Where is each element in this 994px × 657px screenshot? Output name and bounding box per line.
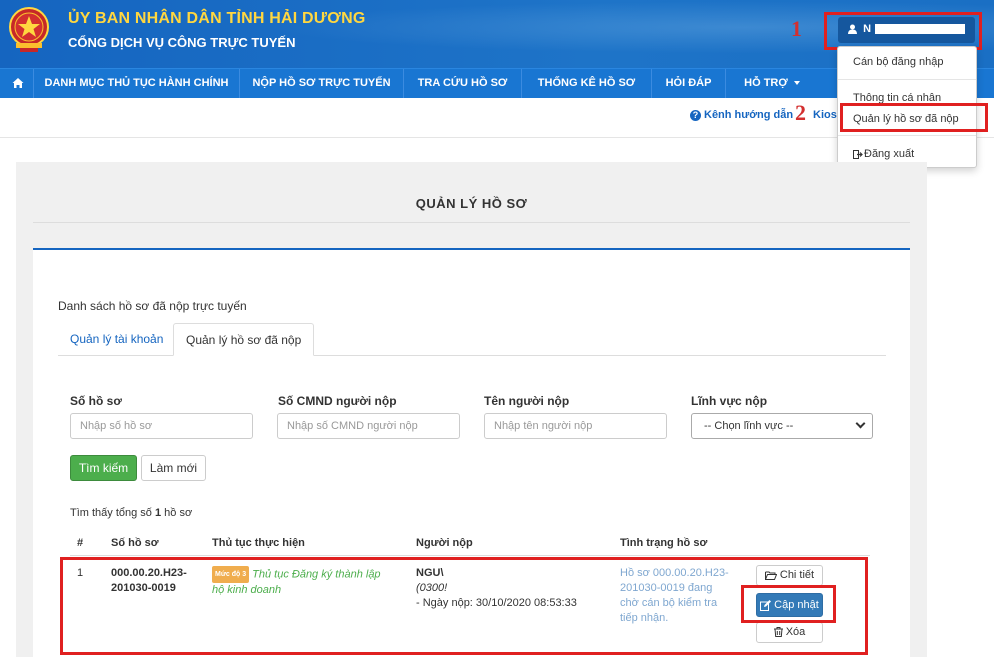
nav-home[interactable]	[0, 69, 34, 99]
cmnd-input[interactable]: Nhập số CMND người nộp	[277, 413, 460, 439]
label-linh-vuc: Lĩnh vực nộp	[691, 394, 768, 408]
tab-quan-ly-tai-khoan[interactable]: Quản lý tài khoản	[58, 323, 175, 356]
nav-item-danh-muc[interactable]: DANH MỤC THỦ TỤC HÀNH CHÍNH	[34, 69, 240, 99]
linh-vuc-selected: -- Chọn lĩnh vực --	[704, 420, 794, 432]
so-ho-so-input[interactable]: Nhập số hồ sơ	[70, 413, 253, 439]
tab-quan-ly-ho-so-da-nop[interactable]: Quản lý hồ sơ đã nộp	[173, 323, 315, 356]
label-so-ho-so: Số hồ sơ	[70, 394, 122, 408]
menu-item-dang-xuat[interactable]: Đăng xuất	[853, 148, 914, 160]
menu-item-dang-xuat-label: Đăng xuất	[864, 148, 915, 160]
divider	[33, 222, 910, 223]
nav-item-tra-cuu[interactable]: TRA CỨU HỒ SƠ	[404, 69, 522, 99]
search-button[interactable]: Tìm kiếm	[70, 455, 137, 481]
ten-nguoi-nop-input[interactable]: Nhập tên người nộp	[484, 413, 667, 439]
label-ten-nguoi-nop: Tên người nộp	[484, 394, 570, 408]
nav-item-ho-tro[interactable]: HỖ TRỢ	[726, 69, 818, 99]
caret-down-icon	[793, 81, 800, 86]
guide-link-label: Kênh hướng dẫn	[704, 109, 794, 121]
column-header-thu-tuc: Thủ tục thực hiện	[212, 537, 305, 549]
site-title: ỦY BAN NHÂN DÂN TỈNH HẢI DƯƠNG	[68, 10, 366, 27]
linh-vuc-select[interactable]: -- Chọn lĩnh vực --	[691, 413, 873, 439]
column-header-index: #	[77, 537, 84, 549]
result-count-prefix: Tìm thấy tổng số	[70, 507, 155, 519]
menu-divider	[838, 135, 976, 136]
chevron-down-icon	[855, 418, 866, 429]
column-header-tinh-trang: Tình trạng hồ sơ	[620, 537, 708, 549]
national-emblem-icon	[9, 7, 49, 52]
column-header-so-ho-so: Số hồ sơ	[111, 537, 159, 549]
highlight-menu-item	[840, 103, 988, 132]
menu-divider	[838, 79, 976, 80]
nav-item-nop-ho-so[interactable]: NỘP HỒ SƠ TRỰC TUYẾN	[240, 69, 404, 99]
page-title: QUẢN LÝ HỒ SƠ	[415, 196, 528, 211]
result-count-suffix: hồ sơ	[161, 507, 193, 519]
highlight-update-button	[741, 585, 836, 623]
annotation-step-1: 1	[791, 16, 802, 41]
menu-item-can-bo-dang-nhap[interactable]: Cán bộ đăng nhập	[853, 56, 944, 68]
reset-button[interactable]: Làm mới	[141, 455, 206, 481]
annotation-step-2: 2	[795, 100, 806, 125]
nav-item-hoi-dap[interactable]: HỎI ĐÁP	[652, 69, 726, 99]
label-cmnd: Số CMND người nộp	[278, 394, 397, 408]
site-subtitle: CỔNG DỊCH VỤ CÔNG TRỰC TUYẾN	[68, 35, 296, 50]
guide-link[interactable]: ? Kênh hướng dẫn	[690, 109, 793, 121]
sign-out-icon	[853, 149, 863, 159]
table-header-divider	[70, 555, 870, 556]
kios-link[interactable]: Kios	[813, 109, 837, 121]
nav-item-thong-ke[interactable]: THỐNG KÊ HỒ SƠ	[522, 69, 652, 99]
nav-item-ho-tro-label: HỖ TRỢ	[744, 77, 788, 89]
highlight-user-button	[824, 12, 982, 50]
result-count: Tìm thấy tổng số 1 hồ sơ	[70, 507, 192, 519]
column-header-nguoi-nop: Người nộp	[416, 537, 473, 549]
list-caption: Danh sách hồ sơ đã nộp trực tuyến	[58, 299, 247, 313]
question-circle-icon: ?	[690, 110, 701, 121]
